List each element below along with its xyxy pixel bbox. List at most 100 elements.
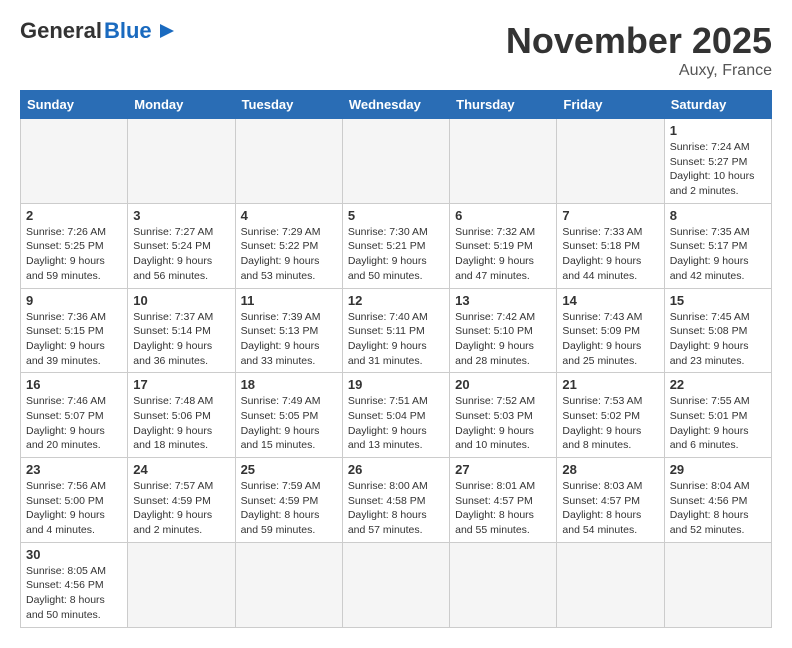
logo: General Blue: [20, 20, 178, 42]
day-info: Sunrise: 7:49 AM Sunset: 5:05 PM Dayligh…: [241, 394, 337, 453]
day-cell: 29 Sunrise: 8:04 AM Sunset: 4:56 PM Dayli…: [664, 458, 771, 543]
day-cell: 8Sunrise: 7:35 AM Sunset: 5:17 PM Daylig…: [664, 203, 771, 288]
day-info: Sunrise: 7:43 AM Sunset: 5:09 PM Dayligh…: [562, 310, 658, 369]
day-cell: [128, 119, 235, 204]
day-cell: 11 Sunrise: 7:39 AM Sunset: 5:13 PM Dayli…: [235, 288, 342, 373]
day-number: 6: [455, 208, 551, 223]
day-number: 10: [133, 293, 229, 308]
day-number: 8: [670, 208, 766, 223]
day-cell: 4Sunrise: 7:29 AM Sunset: 5:22 PM Daylig…: [235, 203, 342, 288]
day-number: 25: [241, 462, 337, 477]
day-number: 11: [241, 293, 337, 308]
day-number: 3: [133, 208, 229, 223]
day-info: Sunrise: 7:53 AM Sunset: 5:02 PM Dayligh…: [562, 394, 658, 453]
day-number: 16: [26, 377, 122, 392]
week-row-2: 2 Sunrise: 7:26 AM Sunset: 5:25 PM Daylig…: [21, 203, 772, 288]
day-cell: [342, 542, 449, 627]
day-info: Sunrise: 7:37 AM Sunset: 5:14 PM Dayligh…: [133, 310, 229, 369]
day-cell: 12 Sunrise: 7:40 AM Sunset: 5:11 PM Dayli…: [342, 288, 449, 373]
day-cell: 7 Sunrise: 7:33 AM Sunset: 5:18 PM Daylig…: [557, 203, 664, 288]
day-cell: 2 Sunrise: 7:26 AM Sunset: 5:25 PM Daylig…: [21, 203, 128, 288]
day-cell: 16 Sunrise: 7:46 AM Sunset: 5:07 PM Dayli…: [21, 373, 128, 458]
day-number: 2: [26, 208, 122, 223]
day-number: 1: [670, 123, 766, 138]
day-cell: 5 Sunrise: 7:30 AM Sunset: 5:21 PM Daylig…: [342, 203, 449, 288]
day-number: 12: [348, 293, 444, 308]
logo-text-blue: Blue: [104, 20, 152, 42]
day-cell: 15 Sunrise: 7:45 AM Sunset: 5:08 PM Dayli…: [664, 288, 771, 373]
day-info: Sunrise: 8:05 AM Sunset: 4:56 PM Dayligh…: [26, 564, 122, 623]
day-info: Sunrise: 7:56 AM Sunset: 5:00 PM Dayligh…: [26, 479, 122, 538]
day-cell: [128, 542, 235, 627]
day-info: Sunrise: 7:40 AM Sunset: 5:11 PM Dayligh…: [348, 310, 444, 369]
day-info: Sunrise: 7:59 AM Sunset: 4:59 PM Dayligh…: [241, 479, 337, 538]
day-cell: [21, 119, 128, 204]
day-info: Sunrise: 8:00 AM Sunset: 4:58 PM Dayligh…: [348, 479, 444, 538]
day-cell: 26 Sunrise: 8:00 AM Sunset: 4:58 PM Dayli…: [342, 458, 449, 543]
week-row-6: 30Sunrise: 8:05 AM Sunset: 4:56 PM Dayli…: [21, 542, 772, 627]
day-cell: 27 Sunrise: 8:01 AM Sunset: 4:57 PM Dayli…: [450, 458, 557, 543]
day-cell: 28 Sunrise: 8:03 AM Sunset: 4:57 PM Dayli…: [557, 458, 664, 543]
day-info: Sunrise: 7:39 AM Sunset: 5:13 PM Dayligh…: [241, 310, 337, 369]
day-cell: 6 Sunrise: 7:32 AM Sunset: 5:19 PM Daylig…: [450, 203, 557, 288]
day-number: 23: [26, 462, 122, 477]
weekday-header-monday: Monday: [128, 91, 235, 119]
day-number: 28: [562, 462, 658, 477]
day-number: 14: [562, 293, 658, 308]
day-info: Sunrise: 7:42 AM Sunset: 5:10 PM Dayligh…: [455, 310, 551, 369]
day-cell: 25 Sunrise: 7:59 AM Sunset: 4:59 PM Dayli…: [235, 458, 342, 543]
day-number: 20: [455, 377, 551, 392]
day-cell: 10 Sunrise: 7:37 AM Sunset: 5:14 PM Dayli…: [128, 288, 235, 373]
day-cell: [450, 542, 557, 627]
day-info: Sunrise: 7:30 AM Sunset: 5:21 PM Dayligh…: [348, 225, 444, 284]
week-row-3: 9Sunrise: 7:36 AM Sunset: 5:15 PM Daylig…: [21, 288, 772, 373]
day-info: Sunrise: 8:04 AM Sunset: 4:56 PM Dayligh…: [670, 479, 766, 538]
day-cell: [557, 119, 664, 204]
day-cell: 21Sunrise: 7:53 AM Sunset: 5:02 PM Dayli…: [557, 373, 664, 458]
day-info: Sunrise: 7:27 AM Sunset: 5:24 PM Dayligh…: [133, 225, 229, 284]
day-number: 13: [455, 293, 551, 308]
week-row-5: 23 Sunrise: 7:56 AM Sunset: 5:00 PM Dayli…: [21, 458, 772, 543]
day-info: Sunrise: 7:24 AM Sunset: 5:27 PM Dayligh…: [670, 140, 766, 199]
calendar-table: SundayMondayTuesdayWednesdayThursdayFrid…: [20, 90, 772, 628]
day-cell: [664, 542, 771, 627]
day-number: 22: [670, 377, 766, 392]
weekday-header-wednesday: Wednesday: [342, 91, 449, 119]
day-info: Sunrise: 7:57 AM Sunset: 4:59 PM Dayligh…: [133, 479, 229, 538]
title-area: November 2025 Auxy, France: [506, 20, 772, 80]
day-cell: 17Sunrise: 7:48 AM Sunset: 5:06 PM Dayli…: [128, 373, 235, 458]
day-info: Sunrise: 7:26 AM Sunset: 5:25 PM Dayligh…: [26, 225, 122, 284]
day-info: Sunrise: 7:51 AM Sunset: 5:04 PM Dayligh…: [348, 394, 444, 453]
day-cell: 13 Sunrise: 7:42 AM Sunset: 5:10 PM Dayli…: [450, 288, 557, 373]
week-row-4: 16 Sunrise: 7:46 AM Sunset: 5:07 PM Dayli…: [21, 373, 772, 458]
day-number: 26: [348, 462, 444, 477]
day-info: Sunrise: 7:45 AM Sunset: 5:08 PM Dayligh…: [670, 310, 766, 369]
day-number: 27: [455, 462, 551, 477]
page-header: General Blue November 2025 Auxy, France: [20, 20, 772, 80]
day-cell: 22Sunrise: 7:55 AM Sunset: 5:01 PM Dayli…: [664, 373, 771, 458]
day-number: 29: [670, 462, 766, 477]
day-number: 19: [348, 377, 444, 392]
day-cell: 1 Sunrise: 7:24 AM Sunset: 5:27 PM Daylig…: [664, 119, 771, 204]
day-cell: [342, 119, 449, 204]
day-info: Sunrise: 7:46 AM Sunset: 5:07 PM Dayligh…: [26, 394, 122, 453]
day-info: Sunrise: 7:32 AM Sunset: 5:19 PM Dayligh…: [455, 225, 551, 284]
day-info: Sunrise: 7:33 AM Sunset: 5:18 PM Dayligh…: [562, 225, 658, 284]
day-info: Sunrise: 7:48 AM Sunset: 5:06 PM Dayligh…: [133, 394, 229, 453]
logo-icon: [156, 20, 178, 42]
day-cell: 23 Sunrise: 7:56 AM Sunset: 5:00 PM Dayli…: [21, 458, 128, 543]
day-cell: 19 Sunrise: 7:51 AM Sunset: 5:04 PM Dayli…: [342, 373, 449, 458]
day-number: 24: [133, 462, 229, 477]
weekday-header-thursday: Thursday: [450, 91, 557, 119]
day-number: 15: [670, 293, 766, 308]
day-cell: 9Sunrise: 7:36 AM Sunset: 5:15 PM Daylig…: [21, 288, 128, 373]
day-info: Sunrise: 8:03 AM Sunset: 4:57 PM Dayligh…: [562, 479, 658, 538]
day-number: 7: [562, 208, 658, 223]
day-cell: 3 Sunrise: 7:27 AM Sunset: 5:24 PM Daylig…: [128, 203, 235, 288]
weekday-header-row: SundayMondayTuesdayWednesdayThursdayFrid…: [21, 91, 772, 119]
day-info: Sunrise: 8:01 AM Sunset: 4:57 PM Dayligh…: [455, 479, 551, 538]
day-cell: 24 Sunrise: 7:57 AM Sunset: 4:59 PM Dayli…: [128, 458, 235, 543]
day-number: 5: [348, 208, 444, 223]
weekday-header-friday: Friday: [557, 91, 664, 119]
month-title: November 2025: [506, 20, 772, 62]
